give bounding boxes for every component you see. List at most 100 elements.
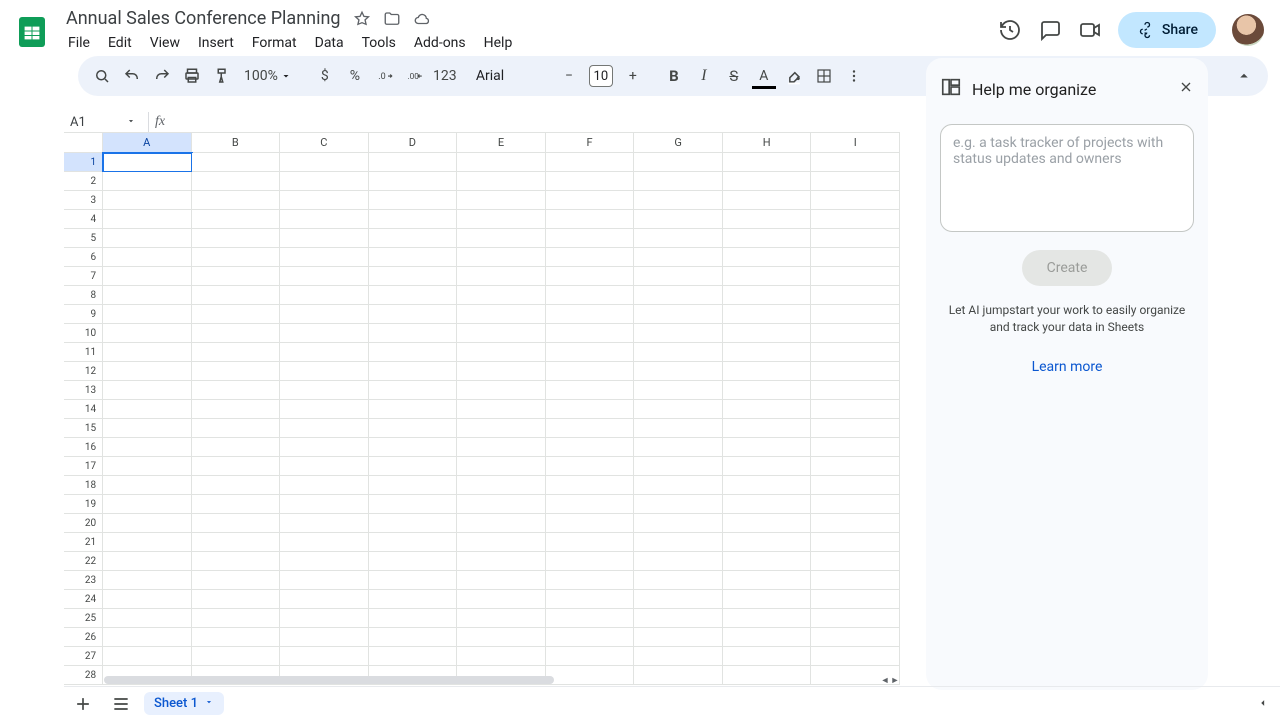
cell[interactable] bbox=[280, 248, 369, 267]
cell[interactable] bbox=[192, 552, 281, 571]
cell[interactable] bbox=[280, 362, 369, 381]
cell[interactable] bbox=[457, 172, 546, 191]
cell[interactable] bbox=[103, 590, 192, 609]
cell[interactable] bbox=[811, 324, 900, 343]
cell[interactable] bbox=[103, 476, 192, 495]
row-header[interactable]: 4 bbox=[64, 210, 103, 229]
cell[interactable] bbox=[369, 362, 458, 381]
cell[interactable] bbox=[546, 362, 635, 381]
sheets-app-icon[interactable] bbox=[12, 12, 52, 52]
cell[interactable] bbox=[546, 495, 635, 514]
cell[interactable] bbox=[546, 514, 635, 533]
cell[interactable] bbox=[192, 571, 281, 590]
column-header[interactable]: F bbox=[546, 133, 635, 153]
cell[interactable] bbox=[546, 305, 635, 324]
cell[interactable] bbox=[811, 419, 900, 438]
cell[interactable] bbox=[369, 438, 458, 457]
cell[interactable] bbox=[723, 381, 812, 400]
row-header[interactable]: 26 bbox=[64, 628, 103, 647]
cell[interactable] bbox=[457, 381, 546, 400]
cell[interactable] bbox=[280, 267, 369, 286]
cell[interactable] bbox=[192, 153, 281, 172]
row-header[interactable]: 11 bbox=[64, 343, 103, 362]
cell[interactable] bbox=[546, 343, 635, 362]
row-header[interactable]: 20 bbox=[64, 514, 103, 533]
cell[interactable] bbox=[634, 514, 723, 533]
paint-format-icon[interactable] bbox=[208, 62, 236, 90]
cell[interactable] bbox=[103, 571, 192, 590]
cell[interactable] bbox=[723, 324, 812, 343]
cell[interactable] bbox=[369, 647, 458, 666]
cell[interactable] bbox=[634, 552, 723, 571]
cell[interactable] bbox=[192, 590, 281, 609]
row-header[interactable]: 15 bbox=[64, 419, 103, 438]
cell[interactable] bbox=[811, 343, 900, 362]
bold-button[interactable]: B bbox=[660, 62, 688, 90]
cell[interactable] bbox=[723, 495, 812, 514]
cell[interactable] bbox=[457, 210, 546, 229]
cell[interactable] bbox=[546, 324, 635, 343]
cell[interactable] bbox=[103, 457, 192, 476]
cell[interactable] bbox=[192, 381, 281, 400]
cell[interactable] bbox=[723, 571, 812, 590]
font-size-input[interactable]: 10 bbox=[589, 65, 613, 87]
cell[interactable] bbox=[192, 533, 281, 552]
cell[interactable] bbox=[280, 400, 369, 419]
scroll-right-icon[interactable]: ► bbox=[890, 675, 900, 686]
cell[interactable] bbox=[457, 191, 546, 210]
cell[interactable] bbox=[103, 438, 192, 457]
cell[interactable] bbox=[192, 248, 281, 267]
row-header[interactable]: 23 bbox=[64, 571, 103, 590]
cell[interactable] bbox=[811, 514, 900, 533]
menu-insert[interactable]: Insert bbox=[190, 33, 242, 53]
cell[interactable] bbox=[369, 590, 458, 609]
cell[interactable] bbox=[723, 172, 812, 191]
cell[interactable] bbox=[811, 590, 900, 609]
select-all-corner[interactable] bbox=[64, 133, 103, 153]
zoom-select[interactable]: 100% bbox=[238, 67, 298, 86]
menu-tools[interactable]: Tools bbox=[354, 33, 404, 53]
cell[interactable] bbox=[369, 514, 458, 533]
cell[interactable] bbox=[103, 324, 192, 343]
cell[interactable] bbox=[192, 609, 281, 628]
cell[interactable] bbox=[457, 590, 546, 609]
cell[interactable] bbox=[369, 628, 458, 647]
meet-icon[interactable] bbox=[1078, 18, 1102, 42]
cell[interactable] bbox=[723, 419, 812, 438]
row-header[interactable]: 19 bbox=[64, 495, 103, 514]
cell[interactable] bbox=[103, 191, 192, 210]
column-header[interactable]: B bbox=[192, 133, 281, 153]
cell[interactable] bbox=[103, 400, 192, 419]
italic-button[interactable]: I bbox=[690, 62, 718, 90]
cell[interactable] bbox=[103, 267, 192, 286]
cell[interactable] bbox=[457, 533, 546, 552]
cell[interactable] bbox=[192, 191, 281, 210]
row-header[interactable]: 18 bbox=[64, 476, 103, 495]
row-header[interactable]: 24 bbox=[64, 590, 103, 609]
cell[interactable] bbox=[811, 153, 900, 172]
row-header[interactable]: 1 bbox=[64, 153, 103, 172]
cell[interactable] bbox=[103, 419, 192, 438]
column-header[interactable]: H bbox=[723, 133, 812, 153]
cell[interactable] bbox=[280, 191, 369, 210]
cell[interactable] bbox=[546, 457, 635, 476]
learn-more-link[interactable]: Learn more bbox=[940, 359, 1194, 375]
cell[interactable] bbox=[723, 514, 812, 533]
cell[interactable] bbox=[457, 362, 546, 381]
currency-icon[interactable]: $ bbox=[311, 62, 339, 90]
cell[interactable] bbox=[192, 305, 281, 324]
cell[interactable] bbox=[103, 153, 192, 172]
strikethrough-button[interactable]: S bbox=[720, 62, 748, 90]
cell[interactable] bbox=[192, 647, 281, 666]
cell[interactable] bbox=[103, 552, 192, 571]
cell[interactable] bbox=[634, 571, 723, 590]
cell[interactable] bbox=[811, 362, 900, 381]
cell[interactable] bbox=[457, 229, 546, 248]
cell[interactable] bbox=[280, 438, 369, 457]
cell[interactable] bbox=[634, 172, 723, 191]
cell[interactable] bbox=[457, 571, 546, 590]
horizontal-scrollbar[interactable]: ◄ ► bbox=[104, 674, 900, 686]
cell[interactable] bbox=[546, 381, 635, 400]
row-header[interactable]: 27 bbox=[64, 647, 103, 666]
cell[interactable] bbox=[811, 400, 900, 419]
